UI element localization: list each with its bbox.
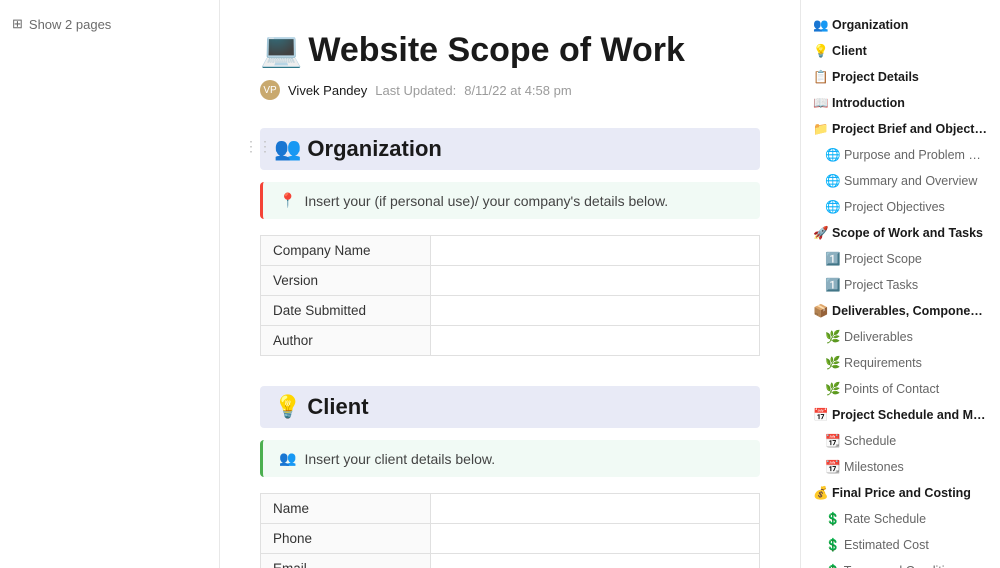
last-updated-value: 8/11/22 at 4:58 pm — [464, 83, 571, 98]
sidebar-item[interactable]: 📆 Schedule — [801, 428, 1000, 454]
organization-section: ⋮⋮ 👥 Organization 📍 Insert your (if pers… — [260, 128, 760, 356]
sidebar-item[interactable]: 📦 Deliverables, Components, & R... — [801, 298, 1000, 324]
page-title: 💻Website Scope of Work — [260, 30, 760, 70]
table-row: Company Name — [261, 236, 760, 266]
client-value-0[interactable] — [431, 494, 760, 524]
pages-icon: ⊞ — [12, 16, 23, 32]
sidebar-item[interactable]: 👥 Organization — [801, 12, 1000, 38]
org-value-1[interactable] — [431, 266, 760, 296]
org-label-1: Version — [261, 266, 431, 296]
client-icon: 💡 — [274, 394, 301, 420]
last-updated-label: Last Updated: — [375, 83, 456, 98]
sidebar-item[interactable]: 🌿 Points of Contact — [801, 376, 1000, 402]
client-value-1[interactable] — [431, 524, 760, 554]
callout-icon-org: 📍 — [279, 192, 296, 209]
sidebar-item[interactable]: 🌿 Deliverables — [801, 324, 1000, 350]
sidebar-item[interactable]: 🌿 Requirements — [801, 350, 1000, 376]
org-value-2[interactable] — [431, 296, 760, 326]
org-table: Company Name Version Date Submitted Auth… — [260, 235, 760, 356]
drag-handle-org[interactable]: ⋮⋮ — [244, 138, 272, 155]
client-heading: 💡 Client — [260, 386, 760, 428]
sidebar-item[interactable]: 💲 Rate Schedule — [801, 506, 1000, 532]
sidebar-item[interactable]: 🌐 Purpose and Problem Statem... — [801, 142, 1000, 168]
table-row: Date Submitted — [261, 296, 760, 326]
client-label-1: Phone — [261, 524, 431, 554]
org-label-0: Company Name — [261, 236, 431, 266]
right-sidebar: 👥 Organization💡 Client📋 Project Details📖… — [800, 0, 1000, 568]
org-label-2: Date Submitted — [261, 296, 431, 326]
sidebar-item[interactable]: 1️⃣ Project Tasks — [801, 272, 1000, 298]
sidebar-item[interactable]: 🚀 Scope of Work and Tasks — [801, 220, 1000, 246]
client-callout-text: Insert your client details below. — [304, 451, 495, 467]
avatar: VP — [260, 80, 280, 100]
organization-heading: 👥 Organization — [260, 128, 760, 170]
left-sidebar: ⊞ Show 2 pages — [0, 0, 220, 568]
show-pages-label: Show 2 pages — [29, 17, 111, 32]
table-row: Name — [261, 494, 760, 524]
page-icon: 💻 — [260, 30, 302, 70]
sidebar-item[interactable]: 📅 Project Schedule and Milestones — [801, 402, 1000, 428]
org-icon: 👥 — [274, 136, 301, 162]
sidebar-item[interactable]: 1️⃣ Project Scope — [801, 246, 1000, 272]
sidebar-item[interactable]: 💲 Terms and Conditions — [801, 558, 1000, 568]
page-meta: VP Vivek Pandey Last Updated: 8/11/22 at… — [260, 80, 760, 100]
table-row: Email — [261, 554, 760, 568]
org-callout-text: Insert your (if personal use)/ your comp… — [304, 193, 668, 209]
sidebar-item[interactable]: 💲 Estimated Cost — [801, 532, 1000, 558]
sidebar-item[interactable]: 📁 Project Brief and Objectives — [801, 116, 1000, 142]
org-value-3[interactable] — [431, 326, 760, 356]
sidebar-item[interactable]: 📖 Introduction — [801, 90, 1000, 116]
main-content: 💻Website Scope of Work VP Vivek Pandey L… — [220, 0, 800, 568]
org-value-0[interactable] — [431, 236, 760, 266]
client-table: Name Phone Email Mailing Address — [260, 493, 760, 568]
table-row: Version — [261, 266, 760, 296]
author-name[interactable]: Vivek Pandey — [288, 83, 367, 98]
sidebar-item[interactable]: 🌐 Summary and Overview — [801, 168, 1000, 194]
client-section: 💡 Client 👥 Insert your client details be… — [260, 386, 760, 568]
table-row: Author — [261, 326, 760, 356]
client-callout: 👥 Insert your client details below. — [260, 440, 760, 477]
client-value-2[interactable] — [431, 554, 760, 568]
callout-icon-client: 👥 — [279, 450, 296, 467]
sidebar-item[interactable]: 📆 Milestones — [801, 454, 1000, 480]
sidebar-item[interactable]: 🌐 Project Objectives — [801, 194, 1000, 220]
client-label-0: Name — [261, 494, 431, 524]
client-label-2: Email — [261, 554, 431, 568]
sidebar-item[interactable]: 💰 Final Price and Costing — [801, 480, 1000, 506]
show-pages-toggle[interactable]: ⊞ Show 2 pages — [0, 10, 219, 38]
org-label-3: Author — [261, 326, 431, 356]
sidebar-item[interactable]: 📋 Project Details — [801, 64, 1000, 90]
org-callout: 📍 Insert your (if personal use)/ your co… — [260, 182, 760, 219]
table-row: Phone — [261, 524, 760, 554]
sidebar-item[interactable]: 💡 Client — [801, 38, 1000, 64]
